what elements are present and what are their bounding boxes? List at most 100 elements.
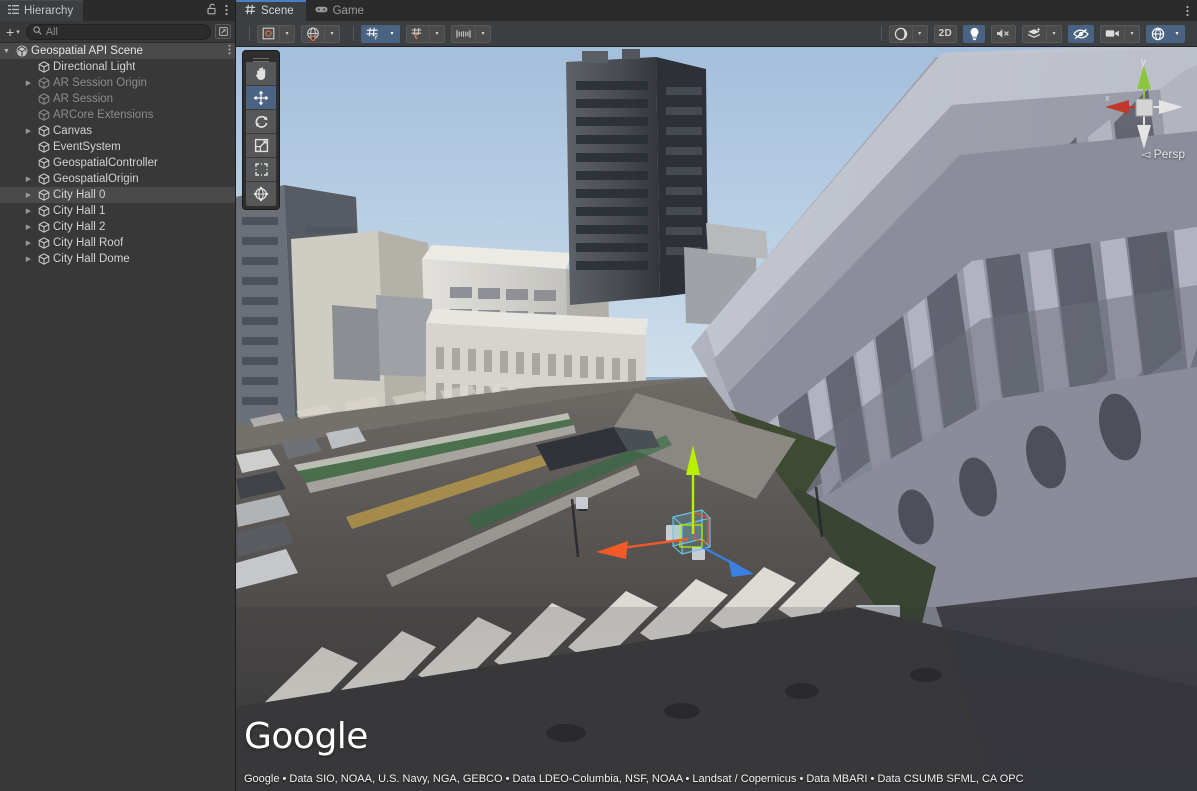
hierarchy-search-field[interactable] (26, 24, 211, 40)
camera-settings-button[interactable] (1100, 25, 1124, 43)
hierarchy-item-ar-session-origin[interactable]: ▶AR Session Origin (0, 75, 235, 91)
chevron-down-icon: ▾ (481, 30, 484, 37)
chevron-down-icon: ▾ (390, 30, 393, 37)
hierarchy-item-canvas[interactable]: ▶ Canvas (0, 123, 235, 139)
grid-snap-button[interactable] (406, 25, 429, 43)
view-2d-toggle[interactable]: 2D (934, 25, 957, 43)
snap-increment-group: ▾ (451, 25, 491, 43)
chevron-right-icon[interactable]: ▶ (22, 239, 35, 247)
scene-viewport[interactable]: y x ◅ Persp (236, 47, 1197, 791)
hierarchy-item-label: City Hall Dome (53, 253, 130, 265)
grid-axis-dropdown[interactable]: ▾ (384, 25, 400, 43)
chevron-down-icon: ▾ (918, 30, 921, 37)
hierarchy-item-label: GeospatialController (53, 157, 158, 169)
chevron-right-icon[interactable]: ▶ (22, 79, 35, 87)
tab-game[interactable]: Game (306, 0, 376, 21)
chevron-right-icon[interactable]: ▶ (22, 191, 35, 199)
hierarchy-item-city-hall-1[interactable]: ▶ City Hall 1 (0, 203, 235, 219)
chevron-down-icon: ▾ (285, 30, 288, 37)
gameobject-icon (37, 157, 51, 169)
grid-icon (245, 4, 256, 18)
hierarchy-item-city-hall-0[interactable]: ▶City Hall 0 (0, 187, 235, 203)
hierarchy-item-city-hall-2[interactable]: ▶ City Hall 2 (0, 219, 235, 235)
search-input[interactable] (46, 26, 204, 38)
pivot-mode-group: ▾ (257, 25, 295, 43)
scene-tool-palette (242, 50, 280, 210)
chevron-right-icon[interactable]: ▶ (22, 223, 35, 231)
gameobject-icon (37, 125, 51, 137)
fx-dropdown[interactable]: ▾ (1046, 25, 1062, 43)
open-window-icon[interactable] (215, 24, 231, 39)
hierarchy-item-geospatialcontroller[interactable]: GeospatialController (0, 155, 235, 171)
scene-context-menu-icon[interactable] (228, 44, 231, 58)
pivot-mode-button[interactable] (257, 25, 279, 43)
scene-visibility-group (1068, 25, 1094, 43)
hierarchy-item-label: Directional Light (53, 61, 135, 73)
gamepad-icon (315, 5, 328, 17)
tool-palette-grip[interactable] (246, 54, 276, 62)
scale-tool[interactable] (246, 134, 276, 158)
chevron-right-icon[interactable]: ▶ (22, 127, 35, 135)
scene-audio-toggle[interactable] (991, 25, 1016, 43)
view-projection-label[interactable]: ◅ Persp (1141, 147, 1185, 161)
pivot-mode-dropdown[interactable]: ▾ (279, 25, 295, 43)
shading-mode-dropdown[interactable]: ▾ (912, 25, 928, 43)
rect-tool[interactable] (246, 158, 276, 182)
hierarchy-item-label: City Hall 1 (53, 205, 105, 217)
snap-increment-button[interactable] (451, 25, 475, 43)
hierarchy-item-label: EventSystem (53, 141, 121, 153)
hierarchy-item-label: City Hall Roof (53, 237, 123, 249)
hierarchy-item-city-hall-dome[interactable]: ▶ City Hall Dome (0, 251, 235, 267)
hierarchy-menu-icon[interactable] (225, 4, 228, 18)
scene-panel-menu-icon[interactable] (1186, 0, 1197, 21)
gameobject-icon (37, 189, 51, 201)
scene-lighting-toggle[interactable] (963, 25, 985, 43)
persp-text: Persp (1154, 147, 1185, 161)
gameobject-icon (37, 205, 51, 217)
chevron-right-icon[interactable]: ▶ (22, 207, 35, 215)
transform-tool[interactable] (246, 182, 276, 206)
move-tool[interactable] (246, 86, 276, 110)
hierarchy-item-label: City Hall 2 (53, 221, 105, 233)
hierarchy-item-directional-light[interactable]: Directional Light (0, 59, 235, 75)
hand-tool[interactable] (246, 62, 276, 86)
chevron-down-icon: ▾ (1175, 30, 1178, 37)
handle-space-group: ▾ (301, 25, 340, 43)
gameobject-icon (37, 77, 51, 89)
scene-view-gizmo[interactable]: y x ◅ Persp (1097, 55, 1191, 165)
hierarchy-item-arcore-extensions[interactable]: ARCore Extensions (0, 107, 235, 123)
gizmos-dropdown[interactable]: ▾ (1169, 25, 1185, 43)
hierarchy-scene-root[interactable]: ▼ Geospatial API Scene (0, 43, 235, 59)
tab-scene-label: Scene (261, 5, 294, 17)
snap-increment-dropdown[interactable]: ▾ (475, 25, 491, 43)
lock-open-icon[interactable] (207, 3, 218, 18)
handle-space-button[interactable] (301, 25, 324, 43)
shading-mode-button[interactable] (889, 25, 912, 43)
hierarchy-item-geospatialorigin[interactable]: ▶GeospatialOrigin (0, 171, 235, 187)
hierarchy-tab-tools (207, 0, 235, 21)
tab-game-label: Game (333, 5, 364, 17)
camera-settings-dropdown[interactable]: ▾ (1124, 25, 1140, 43)
tab-scene[interactable]: Scene (236, 0, 306, 21)
hierarchy-item-label: Canvas (53, 125, 92, 137)
create-gameobject-button[interactable]: + ▾ (4, 25, 22, 39)
grid-axis-button[interactable]: Y (361, 25, 384, 43)
handle-space-dropdown[interactable]: ▾ (324, 25, 340, 43)
hierarchy-item-city-hall-roof[interactable]: ▶ City Hall Roof (0, 235, 235, 251)
scene-visibility-toggle[interactable] (1068, 25, 1094, 43)
gameobject-icon (37, 109, 51, 121)
hierarchy-tree[interactable]: ▼ Geospatial API Scene (0, 43, 235, 791)
chevron-right-icon[interactable]: ▶ (22, 175, 35, 183)
hierarchy-item-ar-session[interactable]: AR Session (0, 91, 235, 107)
tab-hierarchy[interactable]: Hierarchy (0, 0, 83, 21)
rotate-tool[interactable] (246, 110, 276, 134)
chevron-down-icon: ▾ (1130, 30, 1133, 37)
fx-group: ▾ (1022, 25, 1062, 43)
chevron-down-icon[interactable]: ▼ (0, 48, 13, 55)
hierarchy-item-eventsystem[interactable]: EventSystem (0, 139, 235, 155)
scene-root-label: Geospatial API Scene (31, 45, 143, 57)
fx-button[interactable] (1022, 25, 1046, 43)
gizmos-toggle[interactable] (1146, 25, 1169, 43)
chevron-right-icon[interactable]: ▶ (22, 255, 35, 263)
grid-snap-dropdown[interactable]: ▾ (429, 25, 445, 43)
